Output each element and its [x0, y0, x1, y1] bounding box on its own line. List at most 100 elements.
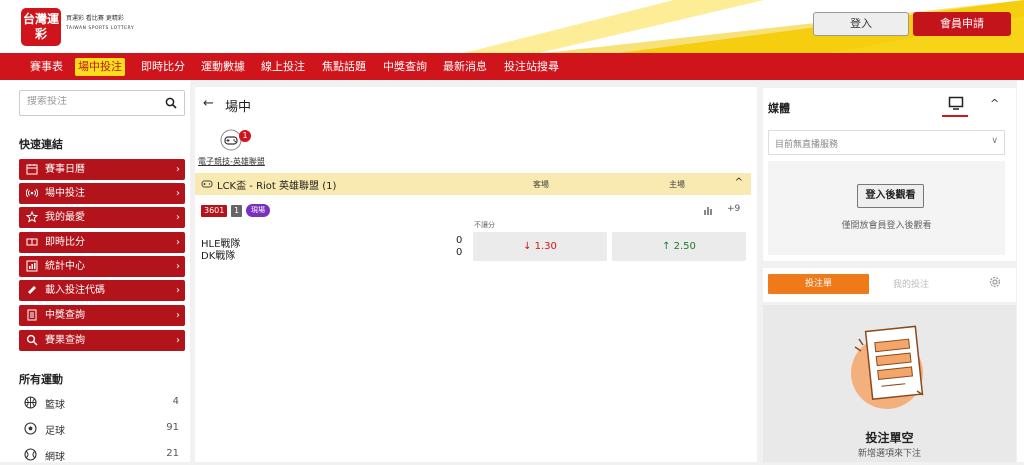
quick-link-live-betting[interactable]: 場中投注 ›: [19, 183, 185, 204]
chevron-right-icon: ›: [176, 310, 180, 321]
search-icon[interactable]: [165, 97, 177, 109]
live-stream-select[interactable]: 目前無直播服務 ∨: [768, 130, 1005, 155]
star-icon: [26, 211, 38, 223]
logo-tagline-en: TAIWAN SPORTS LOTTERY: [66, 26, 135, 31]
sport-label: 籃球: [45, 400, 65, 411]
site-logo[interactable]: 台灣運彩: [21, 8, 61, 46]
search-icon: [26, 334, 38, 346]
nav-item-online-betting[interactable]: 線上投注: [258, 58, 308, 76]
stats-bar-icon[interactable]: [703, 205, 713, 215]
logo-tagline: 買運彩 看比賽 更精彩 TAIWAN SPORTS LOTTERY: [66, 14, 134, 34]
gamepad-icon: [201, 180, 213, 188]
quick-link-prize-check[interactable]: 中獎查詢 ›: [19, 305, 185, 326]
live-signal-icon: [26, 188, 38, 198]
chevron-right-icon: ›: [176, 164, 180, 175]
sport-item-basketball[interactable]: 籃球 4: [19, 393, 181, 413]
sidebar-search: [19, 90, 185, 116]
nav-item-live-betting[interactable]: 場中投注: [75, 58, 125, 76]
media-title: 媒體: [768, 102, 790, 115]
team-home-score: 0: [456, 247, 463, 258]
chevron-right-icon: ›: [176, 335, 180, 346]
live-stream-status: 目前無直播服務: [775, 140, 839, 150]
chevron-right-icon: ›: [176, 212, 180, 223]
tennis-icon: [24, 448, 37, 461]
search-input[interactable]: [27, 96, 157, 107]
league-name: LCK盃 - Riot 英雄聯盟 (1): [217, 181, 337, 192]
sport-count: 4: [172, 396, 179, 407]
sport-label: 足球: [45, 426, 65, 437]
tv-icon[interactable]: [948, 96, 964, 110]
document-icon: [27, 309, 37, 321]
gear-icon[interactable]: [988, 275, 1002, 289]
quick-link-label: 賽果查詢: [45, 335, 85, 346]
nav-item-schedule[interactable]: 賽事表: [27, 58, 66, 76]
nav-item-store-search[interactable]: 投注站搜尋: [501, 58, 562, 76]
logo-tagline-zh: 買運彩 看比賽 更精彩: [66, 15, 124, 22]
sport-label: 網球: [45, 452, 65, 463]
main-content: ← 場中 1 電子競技-英雄聯盟 LCK盃 - Riot 英雄聯盟 (1) 客場…: [195, 87, 757, 462]
more-markets-link[interactable]: +9: [727, 204, 740, 214]
category-label[interactable]: 電子競技-英雄聯盟: [198, 156, 265, 167]
register-button[interactable]: 會員申請: [913, 12, 1011, 36]
sport-item-tennis[interactable]: 網球 21: [19, 445, 181, 465]
nav-item-sports-data[interactable]: 運動數據: [198, 58, 248, 76]
quick-link-bet-code[interactable]: 載入投注代碼 ›: [19, 280, 185, 301]
collapse-caret-icon[interactable]: ^: [735, 177, 743, 188]
nav-item-focus[interactable]: 焦點話題: [319, 58, 369, 76]
betslip-empty: 投注單空 新增選項來下注: [763, 305, 1016, 462]
back-arrow-icon[interactable]: ←: [203, 96, 214, 111]
betslip-empty-title: 投注單空: [865, 431, 914, 445]
market-label: 不讓分: [474, 221, 495, 229]
away-label: 客場: [533, 180, 549, 189]
quick-link-favorites[interactable]: 我的最愛 ›: [19, 207, 185, 228]
tab-indicator: [942, 115, 968, 117]
tab-my-bets[interactable]: 我的投注: [893, 277, 929, 290]
top-header: 台灣運彩 買運彩 看比賽 更精彩 TAIWAN SPORTS LOTTERY 登…: [0, 0, 1024, 53]
scoreboard-icon: [26, 238, 38, 246]
sport-count: 21: [166, 448, 179, 459]
chevron-right-icon: ›: [176, 285, 180, 296]
chevron-down-icon: ∨: [991, 136, 998, 146]
nav-item-live-score[interactable]: 即時比分: [138, 58, 188, 76]
category-count-badge: 1: [239, 130, 251, 142]
quick-link-stats[interactable]: 統計中心 ›: [19, 256, 185, 277]
media-panel: 媒體 ^ 目前無直播服務 ∨ 登入後觀看 僅開放會員登入後觀看: [763, 88, 1016, 261]
quick-link-results[interactable]: 賽果查詢 ›: [19, 330, 185, 351]
login-to-watch-button[interactable]: 登入後觀看: [857, 184, 924, 208]
chart-icon: [26, 260, 38, 272]
nav-item-news[interactable]: 最新消息: [440, 58, 490, 76]
quick-link-label: 統計中心: [45, 261, 85, 272]
quick-link-label: 載入投注代碼: [45, 285, 105, 296]
home-label: 主場: [669, 180, 685, 189]
quick-link-live-score[interactable]: 即時比分 ›: [19, 232, 185, 253]
all-sports-title: 所有運動: [19, 373, 63, 386]
quick-link-label: 場中投注: [45, 188, 85, 199]
page-scrollbar[interactable]: [1017, 80, 1024, 462]
quick-link-label: 即時比分: [45, 237, 85, 248]
league-header[interactable]: LCK盃 - Riot 英雄聯盟 (1) 客場 主場 ^: [195, 173, 751, 195]
sport-count: 91: [166, 422, 179, 433]
watch-note: 僅開放會員登入後觀看: [841, 221, 932, 231]
left-sidebar: 快速連結 賽事日曆 › 場中投注 › 我的最愛 › 即時比分 › 統計中心 › …: [0, 80, 190, 465]
collapse-caret-icon[interactable]: ^: [990, 97, 999, 110]
quick-link-label: 賽事日曆: [45, 164, 85, 175]
match-id-tag: 3601: [201, 205, 228, 217]
live-badge: 現場: [246, 204, 270, 217]
empty-betslip-illustration: [851, 325, 924, 409]
sport-item-soccer[interactable]: 足球 91: [19, 419, 181, 439]
ticket-icon: [28, 286, 36, 294]
watch-box: 登入後觀看 僅開放會員登入後觀看: [768, 161, 1005, 255]
team-home-name: DK戰隊: [201, 251, 236, 262]
quick-link-label: 我的最愛: [45, 212, 85, 223]
main-nav: 賽事表 場中投注 即時比分 運動數據 線上投注 焦點話題 中獎查詢 最新消息 投…: [0, 53, 1024, 80]
quick-links-title: 快速連結: [19, 138, 63, 151]
tab-betslip[interactable]: 投注單: [768, 274, 869, 294]
odds-button-away[interactable]: ↓ 1.30: [473, 232, 607, 261]
odds-button-home[interactable]: ↑ 2.50: [612, 232, 746, 261]
login-button[interactable]: 登入: [813, 12, 909, 36]
quick-link-calendar[interactable]: 賽事日曆 ›: [19, 159, 185, 180]
match-number-tag: 1: [231, 205, 242, 217]
quick-link-label: 中獎查詢: [45, 310, 85, 321]
betslip-empty-subtitle: 新增選項來下注: [857, 449, 921, 459]
nav-item-prize-check[interactable]: 中獎查詢: [380, 58, 430, 76]
